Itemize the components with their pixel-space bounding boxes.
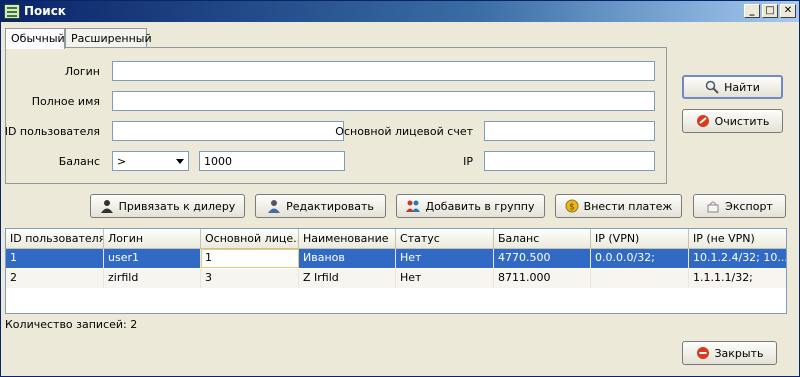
bind-dealer-button[interactable]: Привязать к дилеру <box>90 194 245 218</box>
table-header: ID пользователя Логин Основной лице... Н… <box>6 229 786 249</box>
fullname-field[interactable] <box>112 91 655 111</box>
column-header[interactable]: IP (VPN) <box>591 229 689 249</box>
balance-field[interactable]: 1000 <box>199 151 345 171</box>
ip-label: IP <box>463 155 473 168</box>
column-header[interactable]: Логин <box>104 229 201 249</box>
title-bar[interactable]: Поиск _ □ ✕ <box>1 1 799 22</box>
table-row[interactable]: 2 zirfild 3 Z Irfild Нет 8711.000 1.1.1.… <box>6 269 786 288</box>
find-button[interactable]: Найти <box>682 75 783 99</box>
table-cell[interactable]: 1 <box>6 249 104 268</box>
table-cell[interactable]: Нет <box>396 269 494 288</box>
make-payment-button[interactable]: $ Внести платеж <box>555 194 682 218</box>
column-header[interactable]: Баланс <box>494 229 591 249</box>
clear-button[interactable]: Очистить <box>682 109 783 133</box>
tab-advanced[interactable]: Расширенный <box>65 28 152 48</box>
table-cell[interactable]: Z Irfild <box>299 269 396 288</box>
table-cell[interactable]: 1.1.1.1/32; <box>689 269 786 288</box>
group-icon <box>406 199 421 213</box>
add-to-group-label: Добавить в группу <box>425 199 535 213</box>
export-icon <box>706 199 720 213</box>
minimize-button[interactable]: _ <box>744 4 760 18</box>
edit-button[interactable]: Редактировать <box>255 194 386 218</box>
search-form-panel: Логин Полное имя ID пользователя Основно… <box>5 47 667 184</box>
user-edit-icon <box>267 199 281 213</box>
window-title: Поиск <box>24 4 66 18</box>
table-cell[interactable]: 2 <box>6 269 104 288</box>
clear-icon <box>696 114 710 128</box>
close-window-button[interactable]: ✕ <box>780 4 796 18</box>
table-row[interactable]: 1 user1 1 Иванов Нет 4770.500 0.0.0.0/32… <box>6 249 786 268</box>
userid-label: ID пользователя <box>4 125 100 138</box>
app-icon <box>4 4 20 19</box>
magnifier-icon <box>705 80 719 94</box>
table-cell[interactable]: Иванов <box>299 249 396 268</box>
table-cell[interactable]: 1 <box>201 249 299 268</box>
balance-operator-select[interactable]: > <box>112 151 189 171</box>
export-button[interactable]: Экспорт <box>693 194 786 218</box>
login-label: Логин <box>64 65 100 78</box>
ip-field[interactable] <box>484 151 655 171</box>
login-field[interactable] <box>112 61 655 81</box>
edit-label: Редактировать <box>286 199 374 213</box>
close-button[interactable]: Закрыть <box>682 341 777 365</box>
tab-basic[interactable]: Обычный <box>5 28 65 49</box>
table-cell[interactable] <box>591 269 689 288</box>
balance-operator-value: > <box>117 155 127 168</box>
results-table[interactable]: ID пользователя Логин Основной лице... Н… <box>5 228 787 314</box>
fullname-label: Полное имя <box>31 95 100 108</box>
close-icon <box>696 346 710 360</box>
table-cell[interactable]: 0.0.0.0/32; <box>591 249 689 268</box>
chevron-down-icon <box>176 159 184 164</box>
user-icon <box>100 199 114 213</box>
find-label: Найти <box>724 80 760 94</box>
balance-label: Баланс <box>58 155 100 168</box>
table-cell[interactable]: 10.1.2.4/32; 10.... <box>689 249 786 268</box>
column-header[interactable]: Основной лице... <box>201 229 299 249</box>
column-header[interactable]: Наименование <box>299 229 396 249</box>
account-field[interactable] <box>484 121 655 141</box>
clear-label: Очистить <box>714 114 770 128</box>
userid-field[interactable] <box>112 121 344 141</box>
table-cell[interactable]: 8711.000 <box>494 269 591 288</box>
search-window: Поиск _ □ ✕ Обычный Расширенный Логин По… <box>0 0 800 377</box>
record-count: Количество записей: 2 <box>5 318 138 331</box>
column-header[interactable]: IP (не VPN) <box>689 229 786 249</box>
add-to-group-button[interactable]: Добавить в группу <box>396 194 545 218</box>
column-header[interactable]: ID пользователя <box>6 229 104 249</box>
table-cell[interactable]: user1 <box>104 249 201 268</box>
svg-text:$: $ <box>569 203 575 213</box>
close-label: Закрыть <box>714 346 764 360</box>
make-payment-label: Внести платеж <box>583 199 673 213</box>
table-cell[interactable]: Нет <box>396 249 494 268</box>
coin-icon: $ <box>565 199 579 213</box>
export-label: Экспорт <box>725 199 773 213</box>
table-cell[interactable]: zirfild <box>104 269 201 288</box>
column-header[interactable]: Статус <box>396 229 494 249</box>
bind-dealer-label: Привязать к дилеру <box>118 199 236 213</box>
account-label: Основной лицевой счет <box>335 125 473 138</box>
table-cell[interactable]: 4770.500 <box>494 249 591 268</box>
table-cell[interactable]: 3 <box>201 269 299 288</box>
maximize-button[interactable]: □ <box>762 4 778 18</box>
